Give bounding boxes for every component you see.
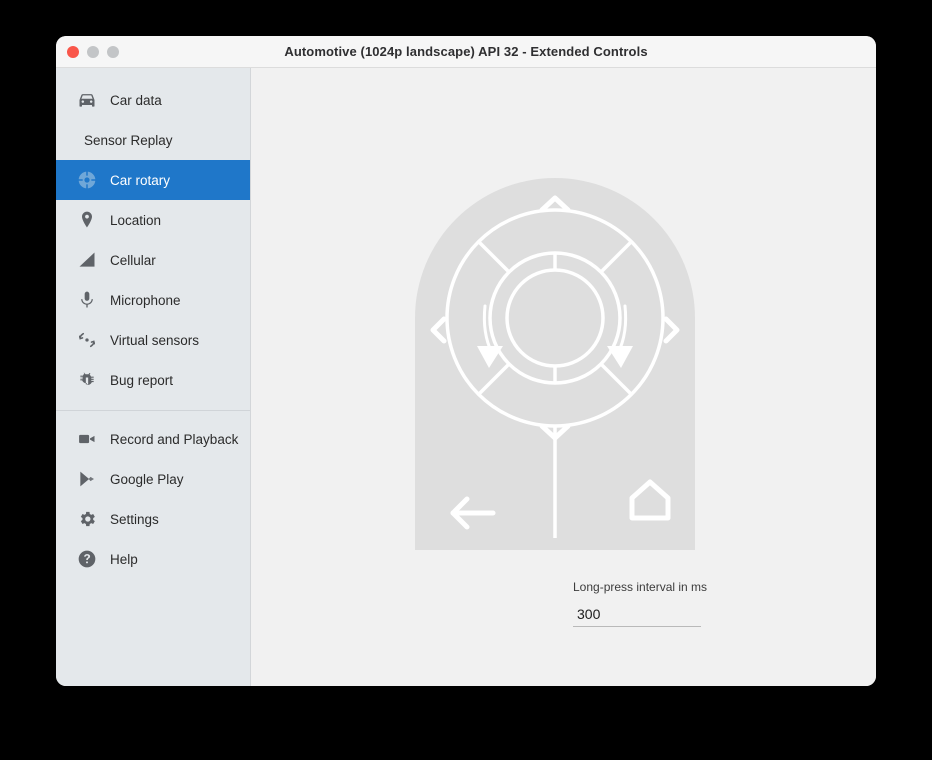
sidebar-item-label: Sensor Replay <box>84 133 173 148</box>
google-play-icon <box>76 468 98 490</box>
sidebar-item-virtual-sensors[interactable]: Virtual sensors <box>56 320 250 360</box>
sidebar-item-label: Settings <box>110 512 159 527</box>
car-icon <box>76 89 98 111</box>
sidebar-item-label: Virtual sensors <box>110 333 199 348</box>
sidebar-item-sensor-replay[interactable]: Sensor Replay <box>56 120 250 160</box>
sidebar-item-record-and-playback[interactable]: Record and Playback <box>56 419 250 459</box>
window-title: Automotive (1024p landscape) API 32 - Ex… <box>56 36 876 68</box>
sidebar-item-bug-report[interactable]: Bug report <box>56 360 250 400</box>
long-press-interval-label: Long-press interval in ms <box>573 580 703 594</box>
rotary-icon <box>76 169 98 191</box>
car-rotary-control[interactable] <box>415 178 695 550</box>
sidebar-item-label: Help <box>110 552 138 567</box>
long-press-interval-input[interactable] <box>573 603 701 627</box>
location-pin-icon <box>76 209 98 231</box>
sidebar-item-help[interactable]: Help <box>56 539 250 579</box>
help-circle-icon <box>76 548 98 570</box>
sidebar-item-label: Record and Playback <box>110 432 238 447</box>
gear-icon <box>76 508 98 530</box>
sidebar-item-car-rotary[interactable]: Car rotary <box>56 160 250 200</box>
signal-bars-icon <box>76 249 98 271</box>
sidebar-item-car-data[interactable]: Car data <box>56 80 250 120</box>
sidebar-divider <box>56 410 250 411</box>
sidebar-item-label: Cellular <box>110 253 156 268</box>
sidebar-item-label: Bug report <box>110 373 173 388</box>
bug-icon <box>76 369 98 391</box>
extended-controls-window: Automotive (1024p landscape) API 32 - Ex… <box>56 36 876 686</box>
microphone-icon <box>76 289 98 311</box>
sidebar-item-settings[interactable]: Settings <box>56 499 250 539</box>
sidebar-item-label: Car data <box>110 93 162 108</box>
sidebar-item-google-play[interactable]: Google Play <box>56 459 250 499</box>
sidebar-item-label: Location <box>110 213 161 228</box>
long-press-interval-field: Long-press interval in ms <box>573 580 703 627</box>
window-body: Car data Sensor Replay Car rotary <box>56 68 876 686</box>
sidebar-item-location[interactable]: Location <box>56 200 250 240</box>
sidebar-item-label: Microphone <box>110 293 181 308</box>
sidebar-item-label: Google Play <box>110 472 184 487</box>
sidebar-nav: Car data Sensor Replay Car rotary <box>56 68 251 686</box>
sidebar-item-microphone[interactable]: Microphone <box>56 280 250 320</box>
window-titlebar: Automotive (1024p landscape) API 32 - Ex… <box>56 36 876 68</box>
sidebar-item-label: Car rotary <box>110 173 170 188</box>
virtual-sensors-icon <box>76 329 98 351</box>
main-panel: Long-press interval in ms <box>251 68 876 686</box>
video-camera-icon <box>76 428 98 450</box>
sidebar-item-cellular[interactable]: Cellular <box>56 240 250 280</box>
